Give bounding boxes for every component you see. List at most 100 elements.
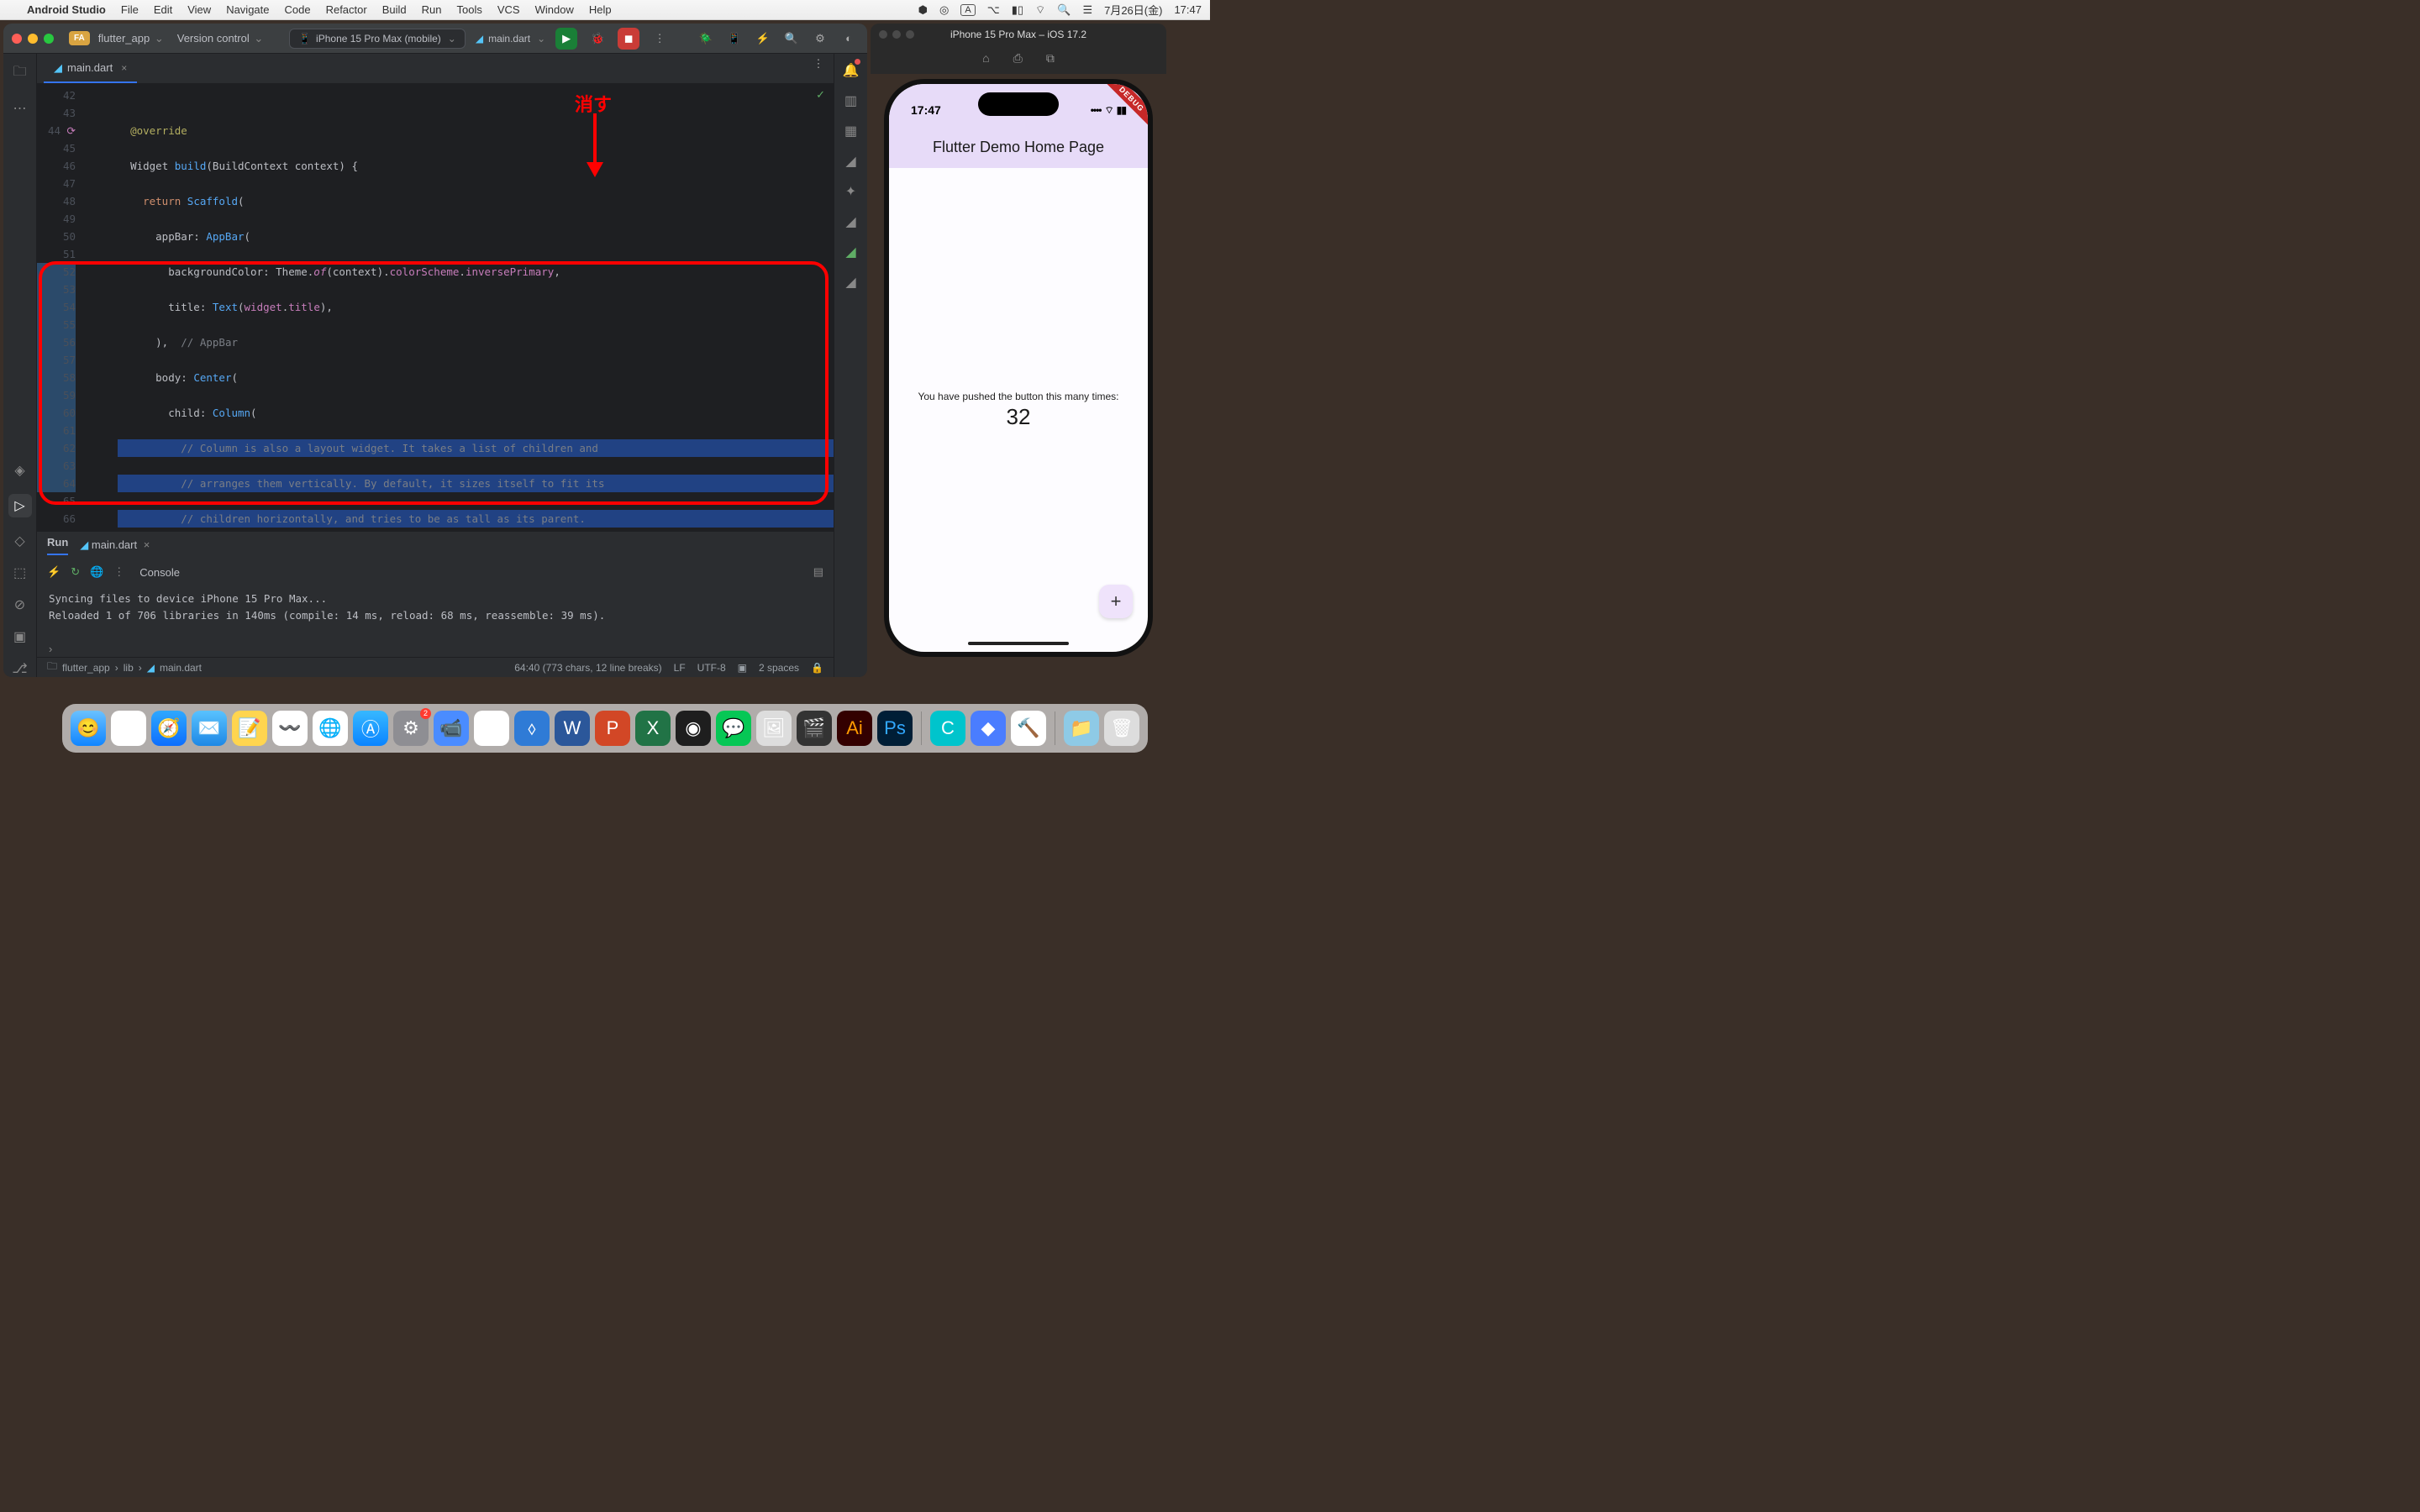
build-tool-icon[interactable]: ⬚: [13, 564, 26, 581]
menu-window[interactable]: Window: [535, 3, 574, 16]
chrome-icon[interactable]: 🌐: [313, 711, 348, 746]
device-explorer-icon[interactable]: ▦: [844, 123, 857, 139]
problems-tool-icon[interactable]: ⊘: [14, 596, 25, 613]
console-chevron[interactable]: ›: [37, 641, 834, 657]
more-actions-icon[interactable]: ⋮: [650, 29, 670, 49]
device-manager-icon[interactable]: 📱: [724, 29, 744, 49]
bug-icon[interactable]: 🪲: [696, 29, 716, 49]
version-control-dropdown[interactable]: Version control ⌄: [177, 32, 264, 45]
finalcut-icon[interactable]: 🎬: [797, 711, 832, 746]
trash-icon[interactable]: 🗑: [1104, 711, 1139, 746]
line-icon[interactable]: 💬: [716, 711, 751, 746]
vscode-icon[interactable]: ⬨: [514, 711, 550, 746]
hot-restart-icon[interactable]: ↻: [71, 565, 80, 579]
xcode-icon[interactable]: 🔨: [1011, 711, 1046, 746]
menu-help[interactable]: Help: [589, 3, 612, 16]
iphone-screen[interactable]: DEBUG 17:47 •••• ⌔ ▮▮ Flutter Demo Home …: [889, 84, 1148, 652]
indent[interactable]: 2 spaces: [759, 662, 799, 674]
battery-icon[interactable]: ▮▯: [1012, 3, 1023, 17]
bluetooth-icon[interactable]: ⌥: [987, 3, 1000, 17]
menu-build[interactable]: Build: [382, 3, 407, 16]
encoding[interactable]: UTF-8: [697, 662, 726, 674]
tab-more-icon[interactable]: ⋮: [808, 54, 829, 74]
run-tool-icon[interactable]: ▷: [8, 494, 32, 517]
menu-edit[interactable]: Edit: [154, 3, 172, 16]
menubar-date[interactable]: 7月26日(金): [1104, 2, 1162, 18]
menu-refactor[interactable]: Refactor: [326, 3, 367, 16]
notes-icon[interactable]: 📝: [232, 711, 267, 746]
terminal-tool-icon[interactable]: ▣: [13, 628, 26, 645]
search-icon[interactable]: 🔍: [781, 29, 802, 49]
safari-icon[interactable]: 🧭: [151, 711, 187, 746]
lock-icon[interactable]: 🔒: [811, 662, 823, 674]
mail-icon[interactable]: ✉️: [192, 711, 227, 746]
hot-reload-icon[interactable]: ⚡: [47, 565, 60, 579]
close-icon[interactable]: ×: [144, 538, 150, 551]
word-icon[interactable]: W: [555, 711, 590, 746]
sim-min-button[interactable]: [892, 30, 901, 39]
sim-copy-icon[interactable]: ⧉: [1046, 51, 1055, 66]
launchpad-icon[interactable]: ▦: [111, 711, 146, 746]
slack-icon[interactable]: #: [474, 711, 509, 746]
app-icon-1[interactable]: ◆: [971, 711, 1006, 746]
flutter-devtools-icon[interactable]: ◢: [845, 274, 855, 291]
globe-icon[interactable]: 🌐: [90, 565, 103, 579]
maximize-window-button[interactable]: [44, 34, 54, 44]
flutter-inspector-icon[interactable]: ◢: [845, 153, 855, 170]
fab-add-button[interactable]: +: [1099, 585, 1133, 618]
readonly-icon[interactable]: ▣: [738, 662, 747, 674]
account-icon[interactable]: ◐: [839, 29, 859, 49]
home-indicator[interactable]: [968, 642, 1069, 645]
finder-icon[interactable]: 😊: [71, 711, 106, 746]
bookmarks-tool-icon[interactable]: ◇: [14, 533, 24, 549]
flutter-perf-icon[interactable]: ◢: [845, 244, 855, 260]
menu-tools[interactable]: Tools: [457, 3, 482, 16]
run-panel-tab[interactable]: Run: [47, 536, 68, 555]
line-ending[interactable]: LF: [674, 662, 686, 674]
input-mode[interactable]: A: [960, 4, 975, 16]
menubar-time[interactable]: 17:47: [1174, 3, 1202, 16]
downloads-icon[interactable]: 📁: [1064, 711, 1099, 746]
menu-vcs[interactable]: VCS: [497, 3, 520, 16]
cursor-position[interactable]: 64:40 (773 chars, 12 line breaks): [514, 662, 661, 674]
layout-icon[interactable]: ▤: [813, 565, 823, 579]
menu-navigate[interactable]: Navigate: [226, 3, 269, 16]
figma-icon[interactable]: ◉: [676, 711, 711, 746]
stop-button[interactable]: ◼: [618, 28, 639, 50]
ai-assistant-icon[interactable]: ✦: [845, 183, 856, 200]
debug-button[interactable]: 🐞: [587, 29, 608, 49]
app-name[interactable]: Android Studio: [27, 3, 106, 16]
close-tab-icon[interactable]: ×: [121, 62, 127, 74]
preview-icon[interactable]: 🖼: [756, 711, 792, 746]
toolbox-icon[interactable]: ⬢: [918, 3, 928, 17]
project-name[interactable]: flutter_app ⌄: [98, 32, 164, 45]
flutter-outline-icon[interactable]: ◢: [845, 213, 855, 230]
device-mirror-icon[interactable]: ▥: [844, 92, 857, 109]
sim-screenshot-icon[interactable]: ⎙: [1013, 51, 1023, 66]
settings-icon[interactable]: ⚙2: [393, 711, 429, 746]
sim-home-icon[interactable]: ⌂: [982, 51, 989, 65]
menu-file[interactable]: File: [121, 3, 139, 16]
screenrec-icon[interactable]: ◎: [939, 3, 949, 17]
menu-view[interactable]: View: [187, 3, 211, 16]
powerpoint-icon[interactable]: P: [595, 711, 630, 746]
structure-tool-icon[interactable]: ◈: [14, 462, 24, 479]
menu-run[interactable]: Run: [422, 3, 442, 16]
canva-icon[interactable]: C: [930, 711, 965, 746]
code-editor[interactable]: ✓ 424344 ⟳454647484950515253545556575859…: [37, 83, 834, 531]
vcs-tool-icon[interactable]: ⎇: [12, 660, 27, 677]
tab-main-dart[interactable]: ◢ main.dart ×: [44, 54, 137, 83]
photoshop-icon[interactable]: Ps: [877, 711, 913, 746]
close-window-button[interactable]: [12, 34, 22, 44]
device-selector[interactable]: 📱 iPhone 15 Pro Max (mobile) ⌄: [289, 29, 466, 49]
breadcrumb[interactable]: 🗀 flutter_app › lib › ◢ main.dart: [47, 659, 202, 676]
notifications-icon[interactable]: 🔔: [843, 62, 860, 79]
appstore-icon[interactable]: Ⓐ: [353, 711, 388, 746]
excel-icon[interactable]: X: [635, 711, 671, 746]
run-button[interactable]: ▶: [555, 28, 577, 50]
more-icon[interactable]: ⋮: [113, 565, 124, 579]
sim-max-button[interactable]: [906, 30, 914, 39]
menu-code[interactable]: Code: [285, 3, 311, 16]
zoom-icon[interactable]: 📹: [434, 711, 469, 746]
settings-icon[interactable]: ⚙: [810, 29, 830, 49]
